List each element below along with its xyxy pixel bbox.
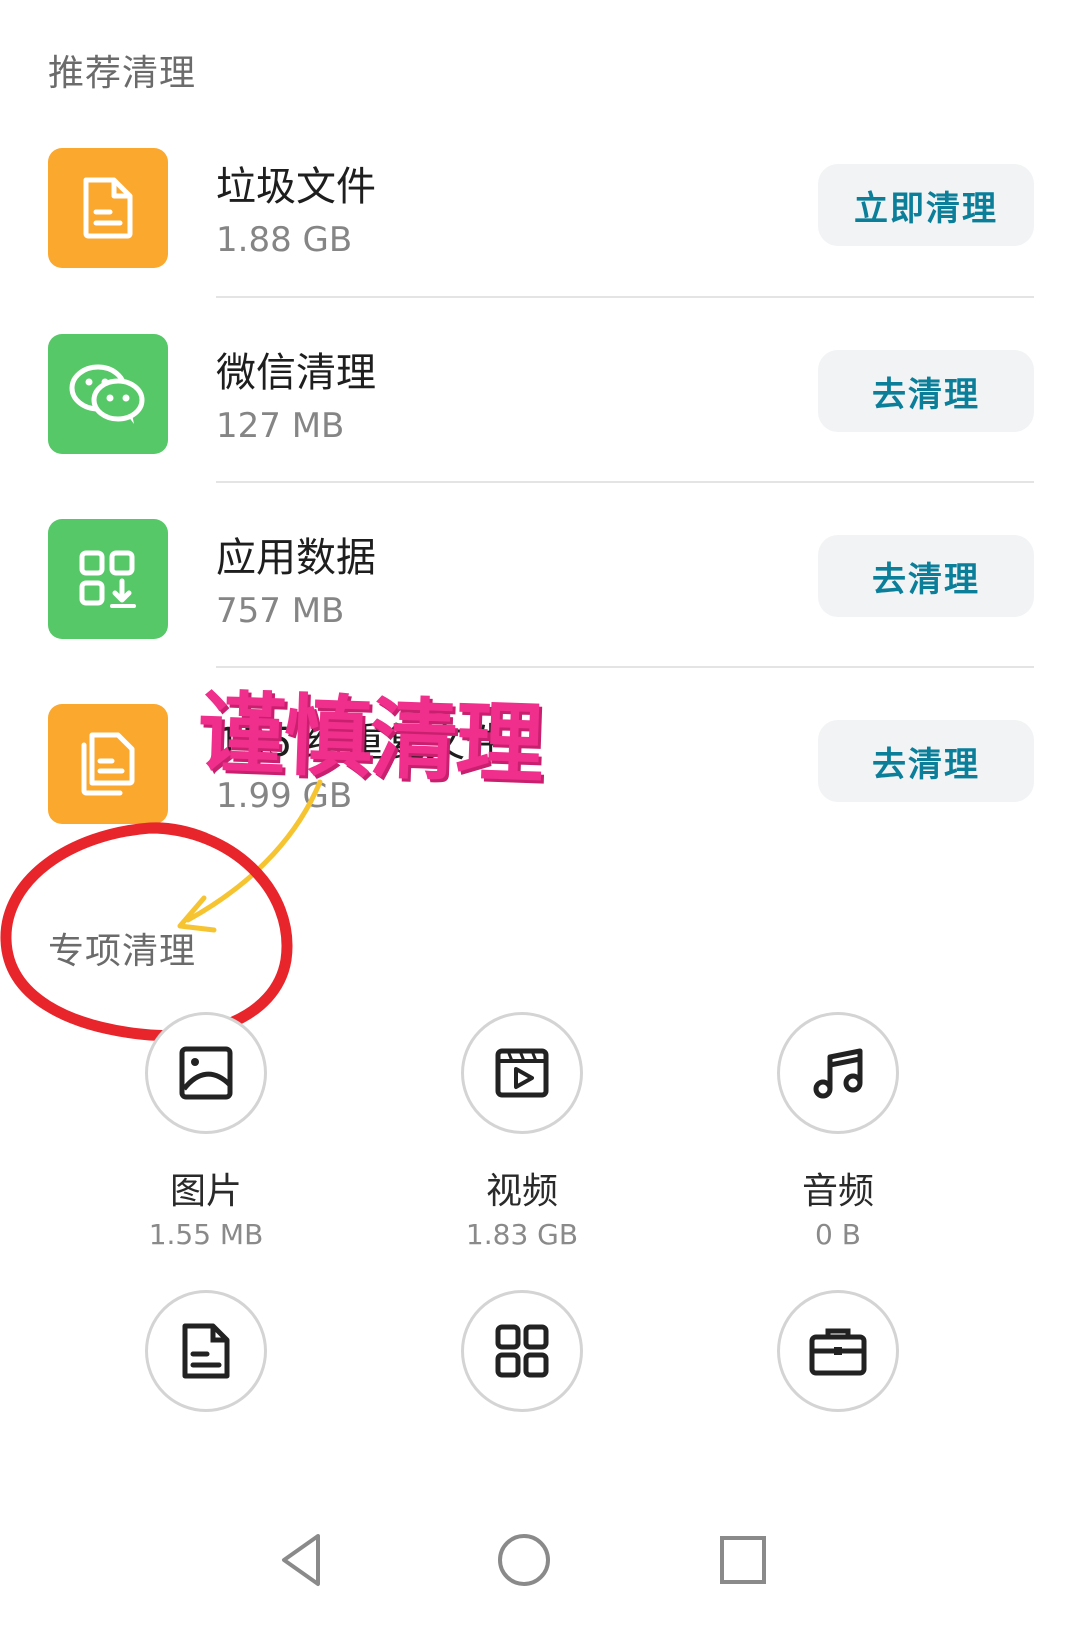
section-title-recommended: 推荐清理 (48, 53, 197, 94)
item-title: 微信清理 (216, 350, 376, 396)
video-icon (461, 1012, 583, 1134)
music-icon (777, 1012, 899, 1134)
category-label: 应用 (402, 1440, 642, 1450)
divider (216, 481, 1034, 483)
category-label: 大文件 (86, 1440, 326, 1450)
category-label: 视频 (485, 1171, 558, 1212)
briefcase-icon (777, 1290, 899, 1412)
item-title: 垃圾文件 (216, 164, 376, 210)
navigation-bar (0, 1510, 1080, 1627)
go-clean-button[interactable]: 去清理 (818, 720, 1034, 802)
category-row-2: 大文件 应用 安装包 (0, 1290, 1080, 1450)
item-size: 1.88 GB (216, 220, 353, 260)
apps-grid-icon (461, 1290, 583, 1412)
back-icon[interactable] (278, 1532, 324, 1588)
list-item-app-data[interactable]: 应用数据 757 MB 去清理 (0, 511, 1080, 696)
go-clean-button[interactable]: 去清理 (818, 350, 1034, 432)
clean-now-button[interactable]: 立即清理 (818, 164, 1034, 246)
category-images[interactable]: 图片 1.55 MB (86, 1012, 326, 1251)
category-install-packages[interactable]: 安装包 (718, 1290, 958, 1450)
category-large-files[interactable]: 大文件 (86, 1290, 326, 1450)
category-audio[interactable]: 音频 0 B (718, 1012, 958, 1251)
section-title-special: 专项清理 (48, 931, 197, 972)
divider (216, 296, 1034, 298)
category-label: 安装包 (718, 1440, 958, 1450)
item-size: 757 MB (216, 591, 345, 631)
file-icon (48, 148, 168, 268)
item-title: 应用数据 (216, 535, 376, 581)
item-size: 127 MB (216, 406, 345, 446)
list-item-wechat[interactable]: 微信清理 127 MB 去清理 (0, 326, 1080, 511)
home-icon[interactable] (496, 1532, 552, 1588)
category-apps[interactable]: 应用 (402, 1290, 642, 1450)
image-icon (145, 1012, 267, 1134)
recents-icon[interactable] (718, 1532, 770, 1588)
category-size: 1.55 MB (148, 1218, 264, 1251)
category-size: 0 B (815, 1218, 861, 1251)
category-label: 图片 (169, 1171, 242, 1212)
go-clean-button[interactable]: 去清理 (818, 535, 1034, 617)
document-icon (145, 1290, 267, 1412)
wechat-icon (48, 334, 168, 454)
category-size: 1.83 GB (465, 1218, 579, 1251)
category-label: 音频 (801, 1171, 874, 1212)
category-videos[interactable]: 视频 1.83 GB (402, 1012, 642, 1251)
app-data-icon (48, 519, 168, 639)
